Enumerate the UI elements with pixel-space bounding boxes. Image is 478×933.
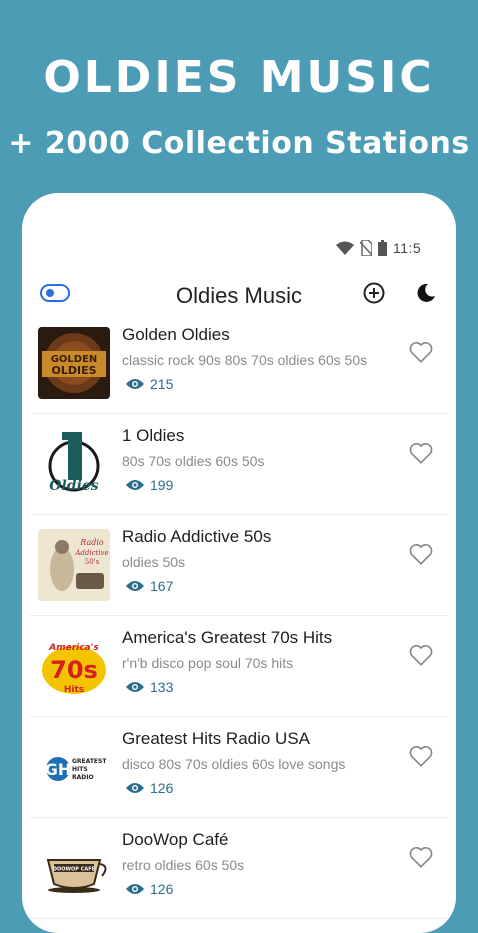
- heart-icon[interactable]: [408, 339, 434, 365]
- views-count: 133: [150, 679, 174, 695]
- station-tags: oldies 50s: [122, 554, 186, 570]
- status-bar: 11:5: [336, 233, 456, 263]
- station-item[interactable]: GOLDEN OLDIES Golden Oldies classic rock…: [30, 325, 448, 414]
- svg-text:GH: GH: [45, 760, 72, 779]
- station-views: 167: [126, 578, 173, 594]
- views-count: 199: [150, 477, 174, 493]
- station-tags: classic rock 90s 80s 70s oldies 60s 50s: [122, 352, 368, 368]
- svg-text:Addictive: Addictive: [74, 549, 108, 557]
- promo-subtitle: + 2000 Collection Stations: [8, 126, 470, 161]
- heart-icon[interactable]: [408, 844, 434, 870]
- svg-text:Radio: Radio: [79, 538, 104, 547]
- svg-text:DOOWOP CAFE: DOOWOP CAFE: [53, 867, 96, 873]
- station-list[interactable]: GOLDEN OLDIES Golden Oldies classic rock…: [30, 325, 448, 933]
- eye-icon: [126, 682, 144, 692]
- station-tags: 80s 70s oldies 60s 50s: [122, 453, 265, 469]
- moon-icon[interactable]: [414, 281, 438, 305]
- svg-text:OLDIES: OLDIES: [51, 364, 96, 377]
- station-name: Radio Addictive 50s: [122, 527, 272, 546]
- views-count: 126: [150, 881, 174, 897]
- station-logo: GH GREATEST HITS RADIO: [38, 731, 110, 803]
- heart-icon[interactable]: [408, 541, 434, 567]
- station-tags: retro oldies 60s 50s: [122, 857, 245, 873]
- svg-text:Oldies: Oldies: [49, 478, 99, 494]
- app-title: Oldies Music: [176, 283, 302, 308]
- promo-title: OLDIES MUSIC: [43, 52, 435, 103]
- battery-icon: [378, 240, 387, 256]
- station-logo: America's 70s Hits: [38, 630, 110, 702]
- svg-text:70s: 70s: [50, 656, 98, 684]
- status-time: 11:5: [393, 240, 422, 256]
- station-item[interactable]: Oldies 1 Oldies 80s 70s oldies 60s 50s 1…: [30, 414, 448, 515]
- wifi-icon: [336, 241, 354, 255]
- station-logo: Radio Addictive 50's: [38, 529, 110, 601]
- station-name: Golden Oldies: [122, 325, 230, 344]
- heart-icon[interactable]: [408, 743, 434, 769]
- heart-icon[interactable]: [408, 642, 434, 668]
- views-count: 167: [150, 578, 174, 594]
- svg-text:Hits: Hits: [64, 685, 84, 695]
- views-count: 215: [150, 376, 174, 392]
- no-sim-icon: [360, 240, 372, 256]
- add-circle-icon[interactable]: [362, 281, 386, 305]
- station-logo: DOOWOP CAFE: [38, 832, 110, 904]
- station-logo: Oldies: [38, 428, 110, 500]
- station-name: America's Greatest 70s Hits: [122, 628, 333, 647]
- eye-icon: [126, 783, 144, 793]
- svg-text:RADIO: RADIO: [72, 774, 94, 781]
- station-item[interactable]: America's 70s Hits America's Greatest 70…: [30, 616, 448, 717]
- station-item[interactable]: DOOWOP CAFE DooWop Café retro oldies 60s…: [30, 818, 448, 919]
- station-tags: disco 80s 70s oldies 60s love songs: [122, 756, 346, 772]
- eye-icon: [126, 884, 144, 894]
- station-views: 215: [126, 376, 173, 392]
- station-name: Greatest Hits Radio USA: [122, 729, 311, 748]
- views-count: 126: [150, 780, 174, 796]
- station-name: 1 Oldies: [122, 426, 185, 445]
- station-tags: r'n'b disco pop soul 70s hits: [122, 655, 294, 671]
- station-views: 126: [126, 780, 173, 796]
- station-item[interactable]: GH GREATEST HITS RADIO Greatest Hits Rad…: [30, 717, 448, 818]
- app-bar: Oldies Music: [22, 275, 456, 315]
- station-views: 126: [126, 881, 173, 897]
- station-logo: GOLDEN OLDIES: [38, 327, 110, 399]
- station-views: 133: [126, 679, 173, 695]
- svg-text:50's: 50's: [85, 558, 100, 566]
- svg-text:America's: America's: [48, 643, 99, 653]
- heart-icon[interactable]: [408, 440, 434, 466]
- station-item[interactable]: Radio Addictive 50's Radio Addictive 50s…: [30, 515, 448, 616]
- svg-text:HITS: HITS: [72, 766, 88, 773]
- station-views: 199: [126, 477, 173, 493]
- eye-icon: [126, 480, 144, 490]
- station-name: DooWop Café: [122, 830, 229, 849]
- eye-icon: [126, 581, 144, 591]
- phone-frame: 11:5 Oldies Music GOLDEN OLDIES Golden O…: [22, 193, 456, 933]
- svg-text:GREATEST: GREATEST: [72, 758, 107, 765]
- eye-icon: [126, 379, 144, 389]
